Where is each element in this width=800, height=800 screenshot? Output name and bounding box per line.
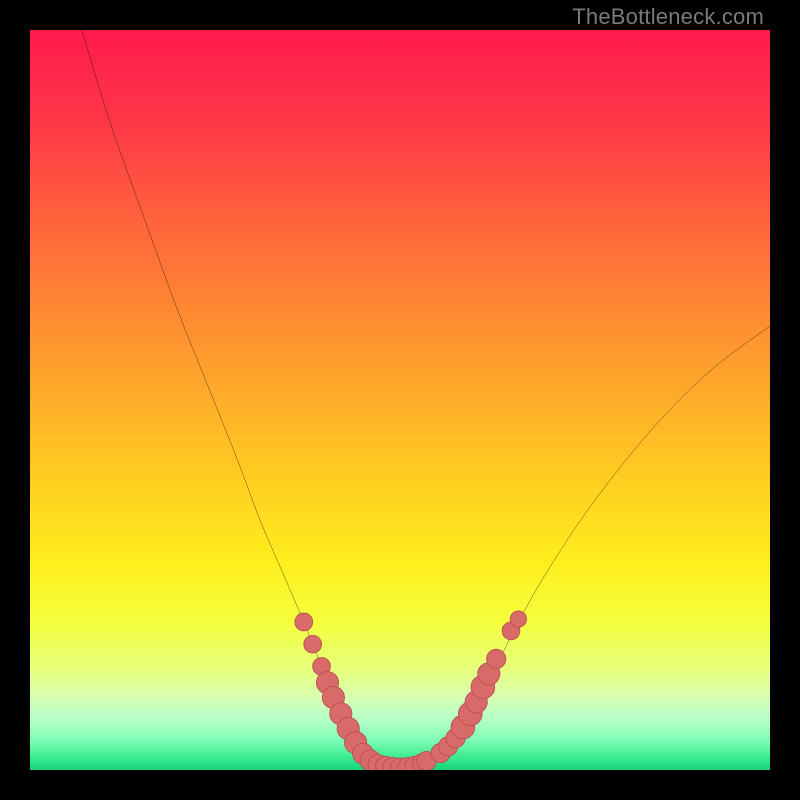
chart-svg bbox=[30, 30, 770, 770]
marker-group bbox=[295, 611, 527, 770]
chart-frame: TheBottleneck.com bbox=[0, 0, 800, 800]
plot-area bbox=[30, 30, 770, 770]
watermark-text: TheBottleneck.com bbox=[572, 4, 764, 30]
data-marker bbox=[304, 635, 322, 653]
bottleneck-curve bbox=[82, 30, 770, 768]
data-marker bbox=[510, 611, 526, 627]
data-marker bbox=[487, 649, 506, 668]
data-marker bbox=[295, 613, 313, 631]
